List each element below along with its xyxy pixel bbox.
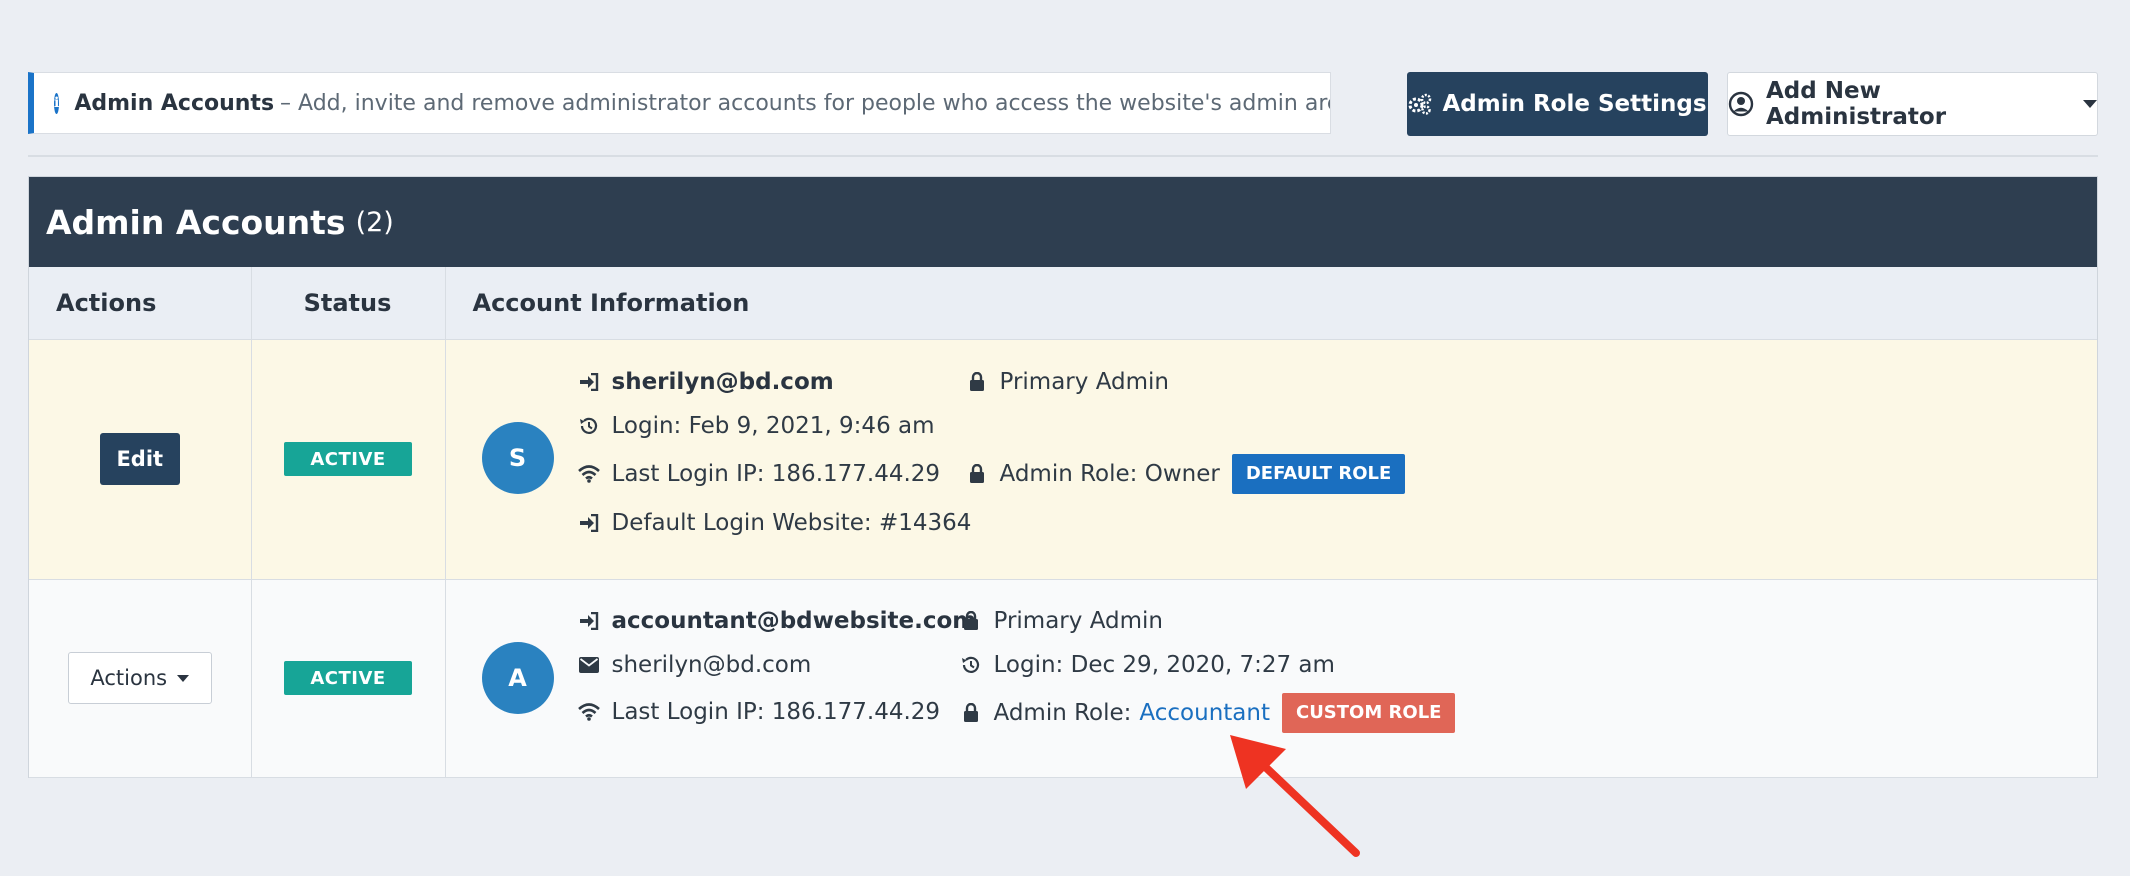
table-header-row: Actions Status Account Information xyxy=(29,267,2097,340)
annotation-arrow xyxy=(1230,735,1360,857)
column-header-status: Status xyxy=(251,267,446,340)
last-ip-text: Last Login IP: 186.177.44.29 xyxy=(611,460,941,487)
sign-in-icon xyxy=(578,611,600,630)
login-line: Login: Dec 29, 2020, 7:27 am xyxy=(960,652,1335,678)
login-text: Login: Dec 29, 2020, 7:27 am xyxy=(993,651,1335,678)
email-line: sherilyn@bd.com xyxy=(578,369,834,395)
actions-cell: Edit xyxy=(29,339,252,580)
column-header-actions: Actions xyxy=(29,267,252,340)
status-cell: ACTIVE xyxy=(251,579,446,778)
panel-header: Admin Accounts (2) xyxy=(29,177,2097,267)
user-circle-icon xyxy=(1728,91,1754,117)
actions-dropdown-button[interactable]: Actions xyxy=(67,652,212,704)
account-info-cell: S sherilyn@bd.com Login: Feb 9, 2021, 9:… xyxy=(445,339,2097,580)
primary-admin-line: Primary Admin xyxy=(960,607,1164,634)
primary-admin-line: Primary Admin xyxy=(966,368,1170,395)
account-email: sherilyn@bd.com xyxy=(611,368,834,395)
actions-cell: Actions xyxy=(29,579,252,778)
lock-icon xyxy=(966,464,988,483)
status-cell: ACTIVE xyxy=(251,339,446,580)
wifi-icon xyxy=(577,464,600,483)
accounts-table: Actions Status Account Information Edit … xyxy=(29,267,2097,778)
info-banner: i Admin Accounts – Add, invite and remov… xyxy=(28,72,1331,134)
caret-down-icon xyxy=(177,674,190,682)
actions-dropdown-label: Actions xyxy=(90,666,168,690)
lock-icon xyxy=(960,703,982,722)
envelope-icon xyxy=(578,656,600,673)
info-icon: i xyxy=(54,92,60,114)
top-toolbar: i Admin Accounts – Add, invite and remov… xyxy=(28,72,2098,136)
history-icon xyxy=(960,655,982,675)
role-line: Admin Role: Accountant CUSTOM ROLE xyxy=(960,692,1456,733)
caret-down-icon xyxy=(2083,100,2097,108)
account-count: (2) xyxy=(355,206,394,238)
custom-role-badge: CUSTOM ROLE xyxy=(1281,692,1456,733)
default-site-line: Default Login Website: #14364 xyxy=(578,509,972,536)
account-email: accountant@bdwebsite.com xyxy=(611,607,977,634)
add-new-administrator-label: Add New Administrator xyxy=(1766,78,1947,130)
avatar: A xyxy=(481,641,554,714)
banner-description: – Add, invite and remove administrator a… xyxy=(280,90,1331,116)
default-site-text: Default Login Website: #14364 xyxy=(611,509,972,536)
gears-icon xyxy=(1408,93,1432,115)
sign-in-icon xyxy=(578,372,600,391)
admin-accounts-panel: Admin Accounts (2) Actions Status Accoun… xyxy=(28,176,2098,778)
secondary-email-text: sherilyn@bd.com xyxy=(611,651,812,678)
ip-line: Last Login IP: 186.177.44.29 xyxy=(577,698,941,725)
avatar: S xyxy=(481,421,554,494)
history-icon xyxy=(578,416,600,436)
email-line: accountant@bdwebsite.com xyxy=(578,607,977,634)
add-new-administrator-button[interactable]: Add New Administrator xyxy=(1727,72,2098,136)
admin-role-settings-button[interactable]: Admin Role Settings xyxy=(1407,72,1708,136)
default-role-badge: DEFAULT ROLE xyxy=(1231,453,1406,494)
role-link-accountant[interactable]: Accountant xyxy=(1139,700,1270,726)
ip-line: Last Login IP: 186.177.44.29 xyxy=(577,460,941,487)
table-row: Actions ACTIVE A accountant@bdwebsite.co… xyxy=(29,579,2097,778)
wifi-icon xyxy=(577,702,600,721)
banner-title: Admin Accounts xyxy=(74,90,275,116)
login-line: Login: Feb 9, 2021, 9:46 am xyxy=(578,413,935,439)
admin-role-settings-label: Admin Role Settings xyxy=(1442,91,1707,117)
last-ip-text: Last Login IP: 186.177.44.29 xyxy=(611,698,941,725)
panel-title: Admin Accounts xyxy=(46,202,346,242)
role-line: Admin Role: Owner DEFAULT ROLE xyxy=(966,453,1406,494)
lock-icon xyxy=(960,611,982,630)
primary-admin-text: Primary Admin xyxy=(993,607,1164,634)
status-badge: ACTIVE xyxy=(284,661,412,695)
login-text: Login: Feb 9, 2021, 9:46 am xyxy=(611,412,935,439)
sign-in-icon xyxy=(578,513,600,532)
column-header-account-information: Account Information xyxy=(445,267,2097,340)
role-text: Admin Role: xyxy=(993,699,1132,726)
status-badge: ACTIVE xyxy=(284,442,412,476)
table-row: Edit ACTIVE S sherilyn@bd.com Login: Feb… xyxy=(29,339,2097,580)
primary-admin-text: Primary Admin xyxy=(999,368,1170,395)
lock-icon xyxy=(966,372,988,391)
divider xyxy=(28,155,2098,157)
edit-button[interactable]: Edit xyxy=(99,433,180,485)
role-text: Admin Role: Owner xyxy=(999,460,1220,487)
secondary-email-line: sherilyn@bd.com xyxy=(578,651,812,678)
